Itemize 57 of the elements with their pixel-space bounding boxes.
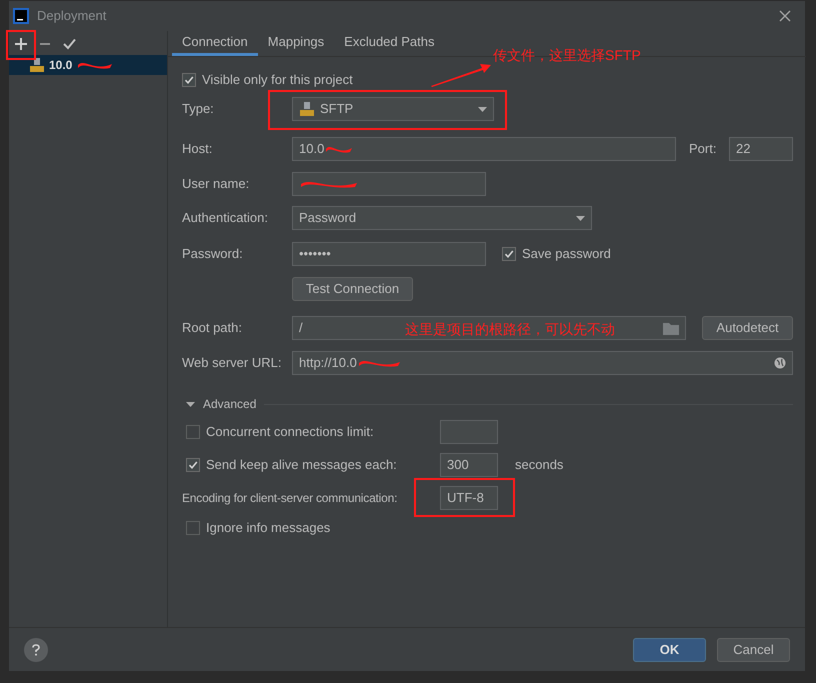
user-name-field[interactable] bbox=[292, 172, 486, 196]
server-icon bbox=[29, 57, 45, 73]
dropdown-arrow-icon bbox=[576, 216, 585, 220]
test-connection-button[interactable]: Test Connection bbox=[292, 277, 413, 301]
annotation-arrow bbox=[430, 62, 492, 88]
server-icon bbox=[299, 101, 315, 117]
checkbox[interactable] bbox=[182, 73, 196, 87]
ok-button[interactable]: OK bbox=[633, 638, 706, 662]
folder-icon[interactable] bbox=[663, 322, 679, 334]
checkbox[interactable] bbox=[502, 247, 516, 261]
annotation-text: 传文件，这里选择SFTP bbox=[493, 46, 641, 65]
server-item[interactable]: 10.0 bbox=[9, 55, 167, 75]
add-icon[interactable] bbox=[15, 38, 27, 50]
field-label: Root path: bbox=[182, 319, 243, 338]
highlight-frame bbox=[6, 30, 36, 60]
window-title: Deployment bbox=[37, 7, 106, 26]
help-button[interactable] bbox=[24, 638, 48, 662]
field-label: Port: bbox=[689, 140, 718, 158]
app-logo-icon bbox=[13, 8, 29, 24]
authentication-dropdown[interactable]: Password bbox=[292, 206, 592, 230]
globe-icon[interactable] bbox=[774, 357, 786, 369]
tab[interactable]: Excluded Paths bbox=[334, 31, 444, 56]
host-field[interactable]: 10.0 bbox=[292, 137, 676, 161]
section-title: Advanced bbox=[203, 396, 256, 413]
web-server-url-field[interactable]: http://10.0 bbox=[292, 351, 793, 375]
tab[interactable]: Mappings bbox=[258, 31, 334, 56]
close-icon[interactable] bbox=[779, 10, 791, 22]
annotation-text: 这里是项目的根路径，可以先不动 bbox=[405, 320, 615, 339]
field-label: Password: bbox=[182, 245, 244, 264]
type-dropdown[interactable]: SFTP bbox=[292, 97, 494, 121]
checkbox-label: Save password bbox=[522, 245, 611, 264]
encoding-field[interactable]: UTF-8 bbox=[440, 486, 498, 510]
password-field[interactable]: ••••••• bbox=[292, 242, 486, 266]
field-label: Type: bbox=[182, 100, 215, 118]
field-label: Encoding for client-server communication: bbox=[182, 490, 398, 507]
dropdown-arrow-icon bbox=[478, 106, 487, 112]
keep-alive-field[interactable]: 300 bbox=[440, 453, 498, 477]
checkbox-label: Ignore info messages bbox=[206, 519, 330, 538]
checkbox[interactable] bbox=[186, 521, 200, 535]
limit-field[interactable] bbox=[440, 420, 498, 444]
cancel-button[interactable]: Cancel bbox=[717, 638, 790, 662]
check-icon[interactable] bbox=[63, 38, 76, 50]
field-label: Authentication: bbox=[182, 209, 270, 228]
checkbox-label: Send keep alive messages each: bbox=[206, 456, 397, 474]
tab[interactable]: Connection bbox=[172, 31, 258, 56]
question-mark-icon bbox=[32, 644, 40, 656]
checkbox-label: Concurrent connections limit: bbox=[206, 423, 374, 442]
field-label: Web server URL: bbox=[182, 354, 282, 372]
checkbox[interactable] bbox=[186, 425, 200, 439]
field-label: Host: bbox=[182, 140, 214, 158]
collapse-arrow-icon[interactable] bbox=[186, 400, 195, 408]
checkbox[interactable] bbox=[186, 458, 200, 472]
autodetect-button[interactable]: Autodetect bbox=[702, 316, 793, 340]
field-label: User name: bbox=[182, 175, 250, 194]
checkbox-label: Visible only for this project bbox=[202, 71, 353, 90]
port-field[interactable]: 22 bbox=[729, 137, 793, 161]
unit-label: seconds bbox=[515, 456, 564, 474]
